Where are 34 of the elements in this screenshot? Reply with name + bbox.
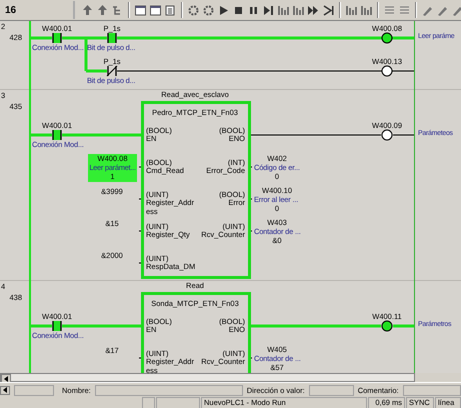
coil-icon[interactable]	[381, 32, 393, 44]
input-field[interactable]	[14, 384, 54, 396]
address-field[interactable]	[308, 384, 354, 396]
bars-icon[interactable]	[292, 4, 306, 16]
horizontal-scrollbar[interactable]	[0, 373, 415, 382]
skip-end-icon[interactable]	[322, 4, 336, 16]
status-cell	[156, 397, 200, 408]
lines-icon[interactable]	[398, 4, 412, 16]
play-icon[interactable]	[217, 4, 230, 16]
bars-icon[interactable]	[360, 4, 374, 16]
zoom-button[interactable]: 16	[2, 4, 20, 16]
status-cell	[142, 397, 155, 408]
step-icon[interactable]	[262, 4, 276, 16]
fast-forward-icon[interactable]	[307, 4, 320, 16]
list-icon[interactable]	[164, 4, 178, 16]
window-icon[interactable]	[134, 4, 148, 16]
open-contact-icon[interactable]	[106, 32, 118, 44]
closed-contact-icon[interactable]	[106, 65, 118, 77]
function-block[interactable]	[141, 101, 251, 279]
coil-icon[interactable]	[381, 129, 393, 141]
arrow-up-icon[interactable]	[81, 4, 94, 16]
open-contact-icon[interactable]	[51, 320, 63, 332]
comment-field[interactable]	[402, 384, 461, 396]
lines-icon[interactable]	[383, 4, 396, 16]
arrow-up-icon[interactable]	[96, 4, 110, 16]
coil-icon[interactable]	[381, 320, 393, 332]
open-contact-icon[interactable]	[51, 129, 63, 141]
name-field[interactable]	[94, 384, 243, 396]
bars-icon[interactable]	[277, 4, 290, 16]
bars-icon[interactable]	[345, 4, 358, 16]
open-contact-icon[interactable]	[51, 32, 63, 44]
window-icon[interactable]	[149, 4, 162, 16]
scroll-button[interactable]	[0, 386, 10, 394]
coil-icon[interactable]	[381, 65, 393, 77]
